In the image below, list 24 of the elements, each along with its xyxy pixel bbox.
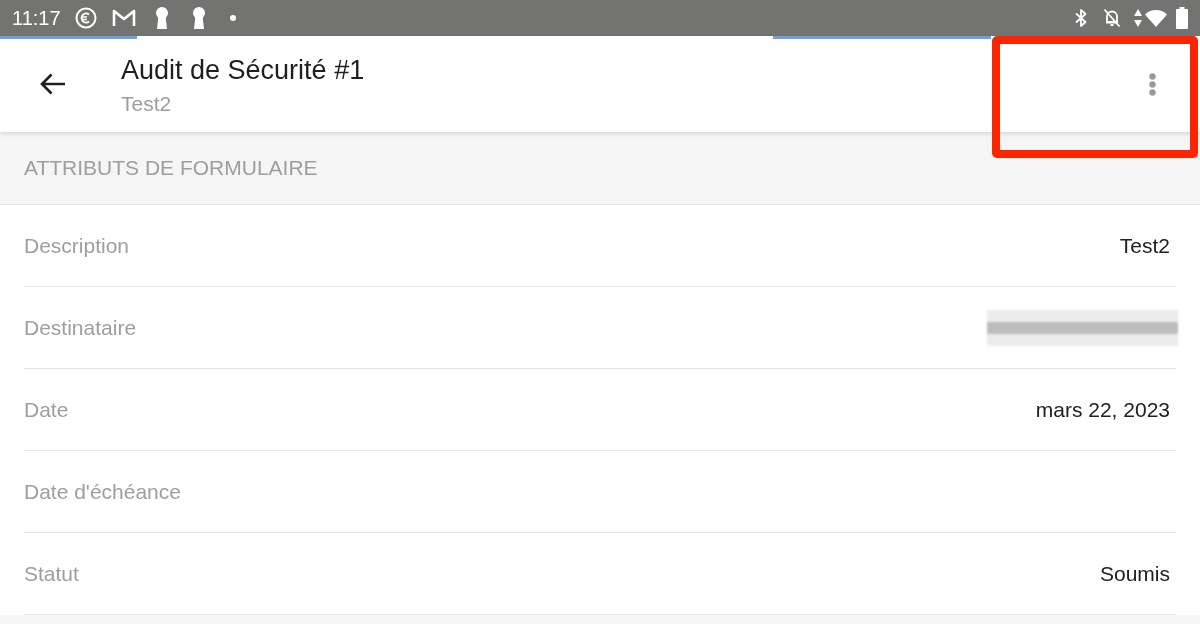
screen-title: Audit de Sécurité #1 [121, 54, 365, 87]
field-value: Test2 [1119, 232, 1171, 259]
section-title: ATTRIBUTS DE FORMULAIRE [24, 155, 318, 182]
clock-time: 11:17 [12, 6, 61, 31]
keyhole-icon [191, 7, 206, 29]
field-value: mars 22, 2023 [1035, 396, 1171, 423]
screen-subtitle: Test2 [121, 91, 173, 117]
m-logo-icon [110, 8, 137, 28]
data-arrows-icon [1134, 9, 1142, 27]
back-arrow-icon [40, 73, 66, 95]
more-vertical-icon [1148, 72, 1156, 96]
battery-icon [1176, 7, 1188, 29]
field-label: Description [24, 232, 130, 259]
bluetooth-icon [1075, 8, 1087, 28]
field-value: Soumis [1099, 560, 1171, 587]
field-label: Statut [24, 560, 79, 587]
field-label: Date d'échéance [24, 478, 181, 505]
field-label: Destinataire [24, 314, 137, 341]
bell-off-icon [1103, 8, 1121, 28]
dot-icon [229, 15, 236, 21]
wifi-icon [1145, 9, 1167, 27]
field-label: Date [24, 396, 69, 423]
keyhole-icon [154, 7, 169, 29]
euro-coin-icon [74, 7, 97, 29]
